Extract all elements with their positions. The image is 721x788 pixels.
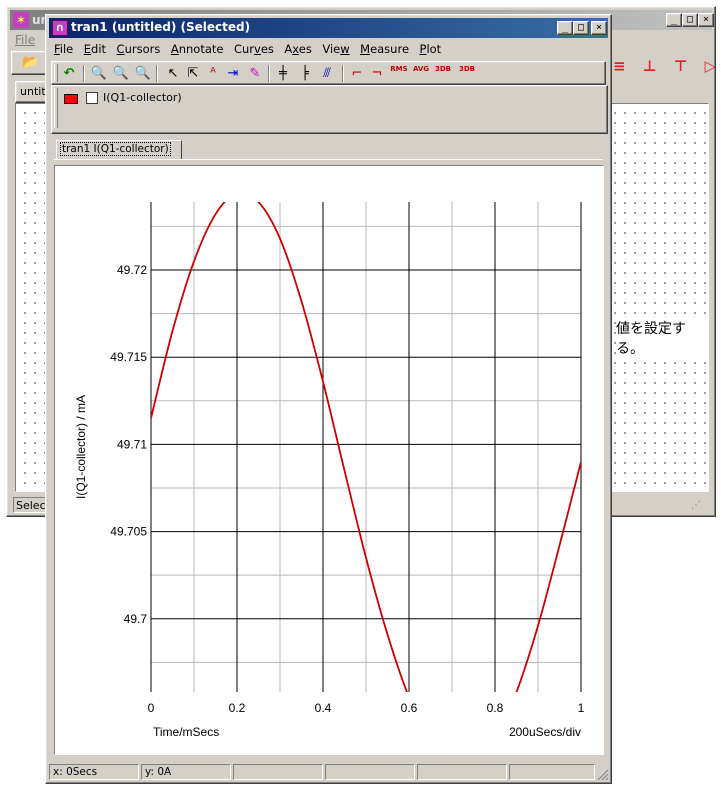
toolbar-separator [156,65,158,82]
toolbar-separator [83,65,85,82]
schematic-tool-icons[interactable]: ≡ ⊥ ⊤ ▷ [613,57,721,75]
curve-color-swatch[interactable] [64,94,78,104]
waveform-app-icon: ∩ [52,20,68,36]
axes-new-icon[interactable]: ╞ [296,65,314,83]
measure-rms-icon[interactable]: RMS [390,65,408,83]
zoom-area-icon[interactable]: 🔍 [134,65,152,83]
minimize-button[interactable]: _ [557,21,573,35]
axes-grid-icon[interactable]: ╪ [274,65,292,83]
curve-legend-panel: I(Q1-collector) [51,85,608,134]
status-bar: x: 0Secs y: 0A [49,764,610,782]
background-close-button[interactable]: × [698,13,714,27]
status-field-6 [509,764,595,780]
x-tick-label: 0.2 [229,701,246,715]
legend-grip[interactable] [54,88,58,128]
measure-rise-icon[interactable]: ⌐ [348,65,366,83]
menu-measure[interactable]: Measure [360,42,409,56]
menu-bar: File Edit Cursors Annotate Curves Axes V… [54,42,448,60]
menu-curves[interactable]: Curves [234,42,274,56]
x-division-label: 200uSecs/div [509,725,581,739]
folder-open-icon[interactable]: 📂 [22,56,38,70]
x-tick-label: 1 [578,701,585,715]
background-menu-file[interactable]: File [15,33,35,47]
menu-view[interactable]: View [322,42,349,56]
menu-edit[interactable]: Edit [84,42,106,56]
status-field-4 [325,764,415,780]
schematic-annotation-text: 値を設定する。 [616,318,708,358]
undo-icon[interactable]: ↶ [60,65,78,83]
x-tick-label: 0.4 [315,701,332,715]
y-tick-label: 49.71 [117,437,147,451]
plot-curve-icon[interactable]: ⫻ [318,65,336,83]
background-status-text: Select [13,497,49,513]
tab-strip-divider [54,159,603,160]
resize-grip-icon[interactable]: ⋰ [691,500,705,514]
annotate-text-icon[interactable]: ᴬ [204,65,222,83]
measure-3db-low-icon[interactable]: 3DB [434,65,452,83]
app-icon: ✶ [13,12,29,28]
close-button[interactable]: × [591,21,607,35]
plot-area[interactable]: 0 0.2 0.4 0.6 0.8 1 49.7 49.705 49.71 49.715 49.72… [54,165,604,755]
graph-window: ∩ tran1 (untitled) (Selected) _ □ × File… [45,14,612,784]
measure-fall-icon[interactable]: ¬ [368,65,386,83]
curve-edit-icon[interactable]: ✎ [246,65,264,83]
cursor-data-icon[interactable]: ⇱ [184,65,202,83]
measure-3db-high-icon[interactable]: 3DB [458,65,476,83]
menu-plot[interactable]: Plot [420,42,442,56]
cursor-tool-icon[interactable]: ↖ [164,65,182,83]
curve-select-checkbox[interactable] [86,92,98,104]
x-tick-label: 0.6 [401,701,418,715]
y-tick-label: 49.7 [124,612,148,626]
zoom-out-icon[interactable]: 🔍 [112,65,130,83]
background-maximize-button[interactable]: □ [682,13,698,27]
x-tick-label: 0 [148,701,155,715]
toolbar-grip[interactable] [54,64,58,82]
tab-label: tran1 I(Q1-collector) [60,142,171,156]
y-tick-label: 49.715 [110,350,147,364]
graph-toolbar: ↶ 🔍 🔍 🔍 ↖ ⇱ ᴬ ⇥ ✎ ╪ ╞ ⫻ ⌐ ¬ RMS AVG 3DB … [51,61,606,85]
menu-annotate[interactable]: Annotate [171,42,224,56]
x-axis-label: Time/mSecs [153,725,219,739]
status-y-readout: y: 0A [141,764,231,780]
toolbar-separator [268,65,270,82]
annotate-arrow-icon[interactable]: ⇥ [224,65,242,83]
background-minimize-button[interactable]: _ [666,13,682,27]
waveform-chart[interactable]: 0 0.2 0.4 0.6 0.8 1 49.7 49.705 49.71 49.715 49.72… [55,166,603,754]
status-x-readout: x: 0Secs [49,764,139,780]
y-tick-label: 49.705 [110,525,147,539]
status-field-5 [417,764,507,780]
resize-grip-icon[interactable] [595,767,609,781]
maximize-button[interactable]: □ [573,21,589,35]
menu-file[interactable]: File [54,42,73,56]
y-tick-label: 49.72 [117,263,147,277]
status-field-3 [233,764,323,780]
curve-legend-label[interactable]: I(Q1-collector) [103,91,182,104]
zoom-in-icon[interactable]: 🔍 [90,65,108,83]
tab-tran1[interactable]: tran1 I(Q1-collector) [56,140,182,160]
menu-axes[interactable]: Axes [284,42,311,56]
y-axis-label: I(Q1-collector) / mA [74,395,88,499]
toolbar-separator [342,65,344,82]
x-tick-label: 0.8 [487,701,504,715]
menu-cursors[interactable]: Cursors [117,42,161,56]
window-title: tran1 (untitled) (Selected) [71,20,251,34]
title-bar[interactable]: ∩ tran1 (untitled) (Selected) _ □ × [49,18,608,38]
measure-avg-icon[interactable]: AVG [412,65,430,83]
